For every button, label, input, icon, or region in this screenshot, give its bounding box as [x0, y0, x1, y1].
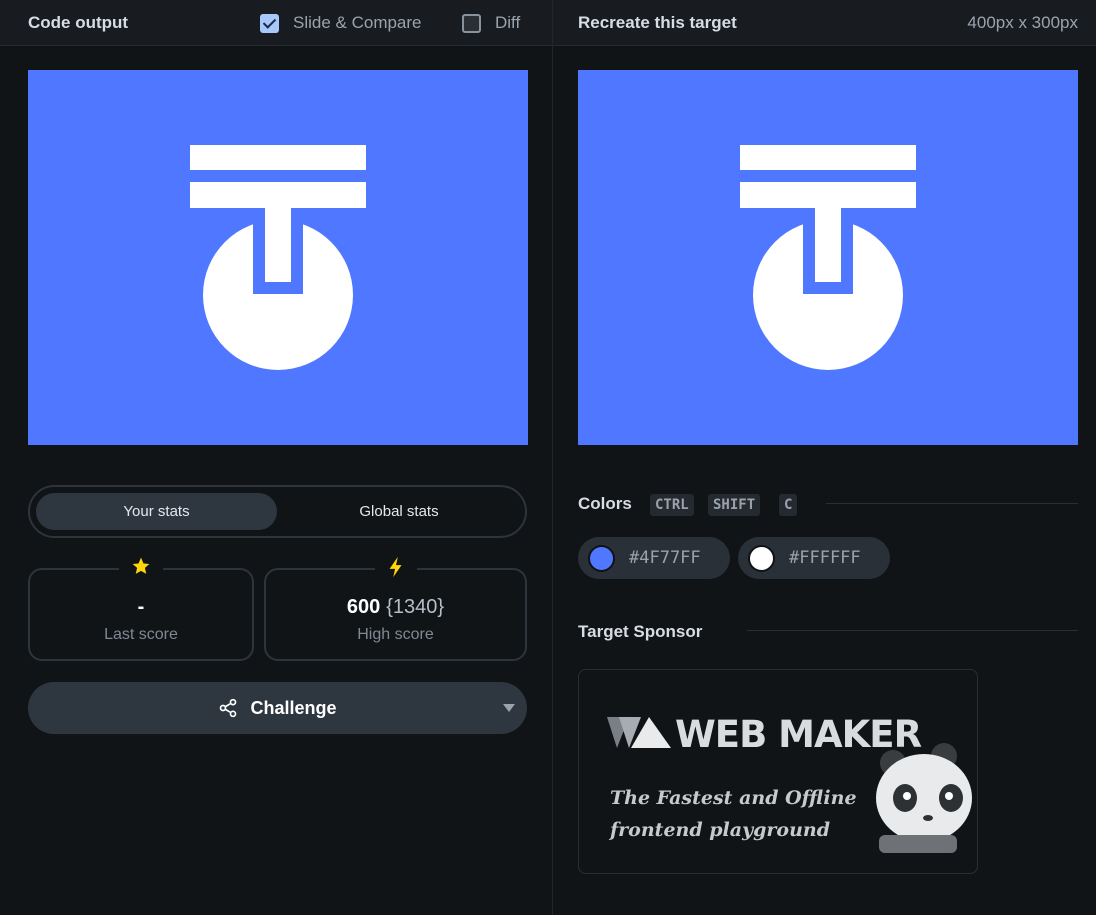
high-score-value: 600 — [346, 596, 381, 618]
stem-shape — [265, 208, 291, 282]
code-output-title: Code output — [28, 13, 129, 32]
last-score-card: - Last score — [28, 556, 254, 661]
sponsor-tagline-2: frontend playground — [608, 819, 830, 841]
high-score-label: High score — [357, 626, 434, 643]
color-swatch-blue[interactable]: #4F77FF — [578, 537, 730, 579]
code-output-canvas[interactable] — [28, 70, 528, 445]
kbd-ctrl: CTRL — [650, 494, 694, 516]
middle-bar-shape — [190, 182, 366, 208]
sponsor-title: Target Sponsor — [578, 622, 703, 641]
diff-toggle[interactable]: Diff — [462, 13, 520, 33]
last-score-label: Last score — [104, 626, 178, 643]
webmaker-logo-icon — [607, 717, 671, 748]
target-top-bar-shape — [740, 145, 916, 170]
challenge-button[interactable]: Challenge — [28, 682, 527, 734]
share-icon — [218, 698, 238, 718]
diff-label: Diff — [495, 13, 521, 32]
target-stem-shape — [815, 208, 841, 282]
tab-global-stats[interactable]: Global stats — [280, 493, 518, 530]
high-score-value-row: 600 {1340} — [266, 596, 525, 619]
slide-compare-toggle[interactable]: Slide & Compare — [260, 13, 422, 33]
sponsor-card[interactable]: WEB MAKER The Fastest and Offline fronte… — [578, 669, 978, 874]
tab-your-stats[interactable]: Your stats — [36, 493, 277, 530]
bolt-icon — [374, 556, 417, 584]
slide-compare-label: Slide & Compare — [293, 13, 422, 32]
color-hex-white: #FFFFFF — [789, 548, 861, 568]
kbd-c: C — [779, 494, 798, 516]
target-canvas — [578, 70, 1078, 445]
high-score-card: 600 {1340} High score — [264, 556, 527, 661]
chevron-down-icon[interactable] — [503, 704, 515, 712]
target-dimensions: 400px x 300px — [967, 13, 1078, 32]
sponsor-tagline-1: The Fastest and Offline — [610, 787, 857, 809]
colors-title: Colors — [578, 494, 632, 513]
sponsor-banner: WEB MAKER The Fastest and Offline fronte… — [607, 713, 972, 853]
sponsor-logo-text: WEB MAKER — [675, 713, 922, 756]
target-title: Recreate this target — [578, 13, 737, 32]
kbd-shift: SHIFT — [708, 494, 761, 516]
color-dot-white — [748, 544, 775, 572]
panel-divider — [552, 0, 553, 915]
challenge-label: Challenge — [250, 697, 337, 718]
color-swatch-white[interactable]: #FFFFFF — [738, 537, 890, 579]
panda-mascot-icon — [876, 743, 972, 853]
sponsor-divider — [747, 630, 1078, 631]
target-middle-bar-shape — [740, 182, 916, 208]
color-dot-blue — [588, 544, 615, 572]
stats-toggle: Your stats Global stats — [28, 485, 527, 538]
color-hex-blue: #4F77FF — [629, 548, 701, 568]
top-bar-shape — [190, 145, 366, 170]
diff-checkbox[interactable] — [462, 13, 481, 33]
colors-divider — [826, 503, 1078, 504]
top-bar: Code output Slide & Compare Diff Recreat… — [0, 0, 1096, 46]
high-score-global: {1340} — [386, 596, 445, 618]
last-score-value: - — [137, 596, 145, 618]
star-icon — [119, 556, 163, 582]
slide-compare-checkbox[interactable] — [260, 13, 279, 33]
